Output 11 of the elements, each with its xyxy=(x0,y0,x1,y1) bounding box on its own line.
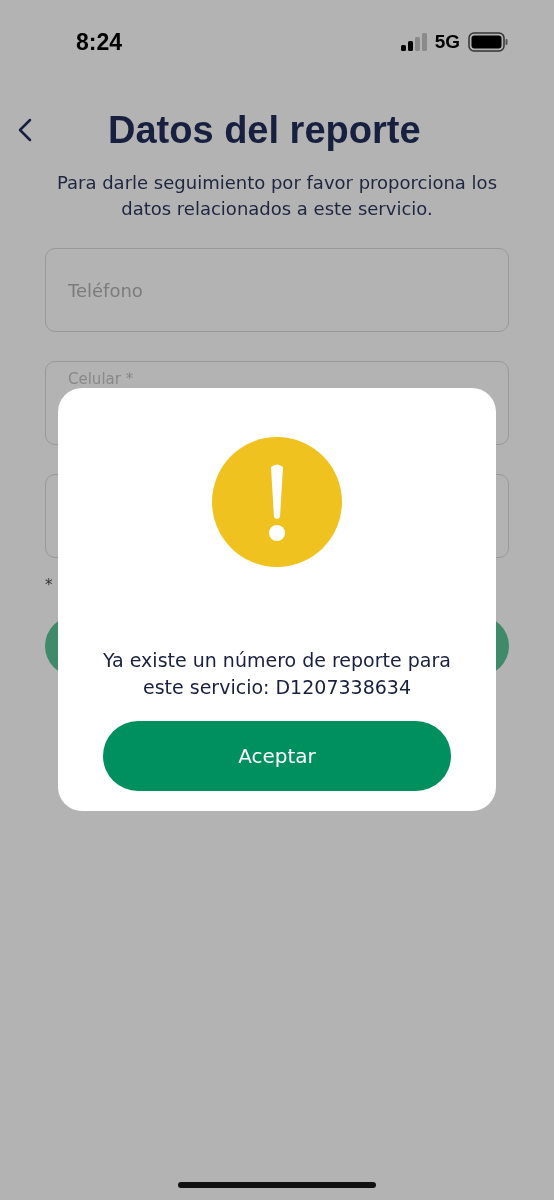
status-time: 8:24 xyxy=(76,28,123,56)
back-icon xyxy=(18,118,32,142)
page-subtitle: Para darle seguimiento por favor proporciona los datos relacionados a este servicio. xyxy=(55,171,498,221)
page-title: Datos del reporte xyxy=(108,108,421,152)
required-note: * xyxy=(45,576,54,594)
network-label: 5G xyxy=(434,31,460,53)
dialog-message: Ya existe un número de reporte para este servicio: D1207338634 xyxy=(102,648,452,700)
signal-icon xyxy=(400,33,427,51)
battery-icon xyxy=(468,32,508,52)
warning-icon xyxy=(212,437,342,567)
accept-button[interactable]: Aceptar xyxy=(103,721,451,791)
